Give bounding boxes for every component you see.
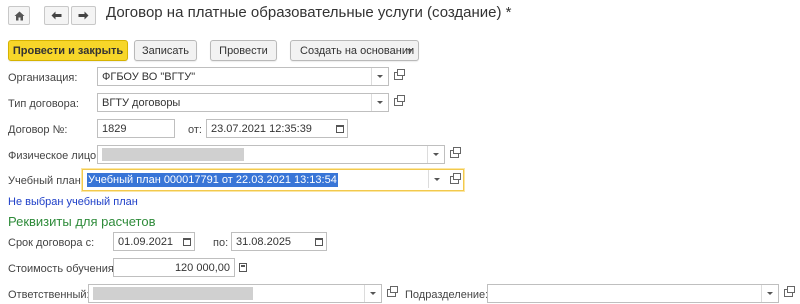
calendar-icon xyxy=(314,237,323,246)
arrow-right-icon xyxy=(78,11,89,20)
responsible-field[interactable] xyxy=(88,284,382,303)
person-field[interactable] xyxy=(97,145,445,164)
open-icon xyxy=(449,147,461,158)
contract-number-value: 1829 xyxy=(102,122,127,135)
create-based-on-button[interactable]: Создать на основании xyxy=(290,40,419,61)
cost-field[interactable]: 120 000,00 xyxy=(113,258,235,277)
term-to-label: по: xyxy=(213,237,229,249)
calendar-icon xyxy=(335,124,344,133)
open-icon xyxy=(393,95,405,106)
post-button[interactable]: Провести xyxy=(210,40,277,61)
org-open-button[interactable] xyxy=(390,68,406,84)
study-plan-open-button[interactable] xyxy=(446,172,462,188)
calculator-icon xyxy=(239,262,247,272)
department-dropdown-button[interactable] xyxy=(761,285,778,302)
save-button[interactable]: Записать xyxy=(134,40,197,61)
calendar-button[interactable] xyxy=(179,233,194,250)
responsible-label: Ответственный: xyxy=(8,289,90,301)
contract-number-label: Договор №: xyxy=(8,124,68,136)
create-based-on-label: Создать на основании xyxy=(300,44,415,57)
term-label: Срок договора с: xyxy=(8,237,95,249)
back-button[interactable] xyxy=(44,6,69,25)
term-from-field[interactable]: 01.09.2021 xyxy=(113,232,195,251)
cost-label: Стоимость обучения: xyxy=(8,263,117,275)
term-to-field[interactable]: 31.08.2025 xyxy=(231,232,327,251)
open-icon xyxy=(449,173,461,184)
org-label: Организация: xyxy=(8,72,78,84)
department-field[interactable] xyxy=(487,284,779,303)
contract-type-dropdown-button[interactable] xyxy=(371,94,388,111)
home-icon xyxy=(14,11,24,20)
calendar-button[interactable] xyxy=(311,233,326,250)
plan-label: Учебный план: xyxy=(8,175,84,187)
org-value: ФГБОУ ВО "ВГТУ" xyxy=(102,70,196,83)
org-field[interactable]: ФГБОУ ВО "ВГТУ" xyxy=(97,67,389,86)
chevron-down-icon xyxy=(433,153,439,156)
page-title: Договор на платные образовательные услуг… xyxy=(106,4,512,21)
contract-type-field[interactable]: ВГТУ договоры xyxy=(97,93,389,112)
responsible-open-button[interactable] xyxy=(383,285,399,301)
calendar-button[interactable] xyxy=(332,120,347,137)
plan-warning: Не выбран учебный план xyxy=(8,196,138,208)
chevron-down-icon xyxy=(377,75,383,78)
contract-type-label: Тип договора: xyxy=(8,98,79,110)
study-plan-field[interactable]: Учебный план 000017791 от 22.03.2021 13:… xyxy=(82,169,464,191)
person-label: Физическое лицо: xyxy=(8,150,100,162)
chevron-down-icon xyxy=(370,292,376,295)
responsible-dropdown-button[interactable] xyxy=(364,285,381,302)
calendar-icon xyxy=(182,237,191,246)
department-open-button[interactable] xyxy=(780,285,796,301)
study-plan-dropdown-button[interactable] xyxy=(428,170,445,188)
home-button[interactable] xyxy=(8,6,30,25)
term-to-value: 31.08.2025 xyxy=(236,235,292,248)
department-label: Подразделение: xyxy=(405,289,489,301)
redacted-value xyxy=(102,148,244,161)
chevron-down-icon xyxy=(767,292,773,295)
org-dropdown-button[interactable] xyxy=(371,68,388,85)
open-icon xyxy=(393,69,405,80)
open-icon xyxy=(783,286,795,297)
term-from-value: 01.09.2021 xyxy=(118,235,174,248)
contract-type-open-button[interactable] xyxy=(390,94,406,110)
date-from-label: от: xyxy=(188,124,202,136)
person-open-button[interactable] xyxy=(446,146,462,162)
study-plan-value: Учебный план 000017791 от 22.03.2021 13:… xyxy=(87,173,338,187)
contract-date-value: 23.07.2021 12:35:39 xyxy=(211,122,312,135)
arrow-left-icon xyxy=(51,11,62,20)
person-dropdown-button[interactable] xyxy=(427,146,444,163)
dropdown-arrow-icon xyxy=(407,49,413,52)
payment-section-title: Реквизиты для расчетов xyxy=(8,214,156,229)
contract-date-field[interactable]: 23.07.2021 12:35:39 xyxy=(206,119,348,138)
contract-number-field[interactable]: 1829 xyxy=(97,119,175,138)
redacted-value xyxy=(93,287,253,300)
forward-button[interactable] xyxy=(71,6,96,25)
open-icon xyxy=(386,286,398,297)
post-and-close-button[interactable]: Провести и закрыть xyxy=(8,40,128,61)
chevron-down-icon xyxy=(434,177,440,181)
cost-value: 120 000,00 xyxy=(174,261,230,274)
chevron-down-icon xyxy=(377,101,383,104)
contract-type-value: ВГТУ договоры xyxy=(102,96,181,109)
calculator-button[interactable] xyxy=(235,259,251,275)
